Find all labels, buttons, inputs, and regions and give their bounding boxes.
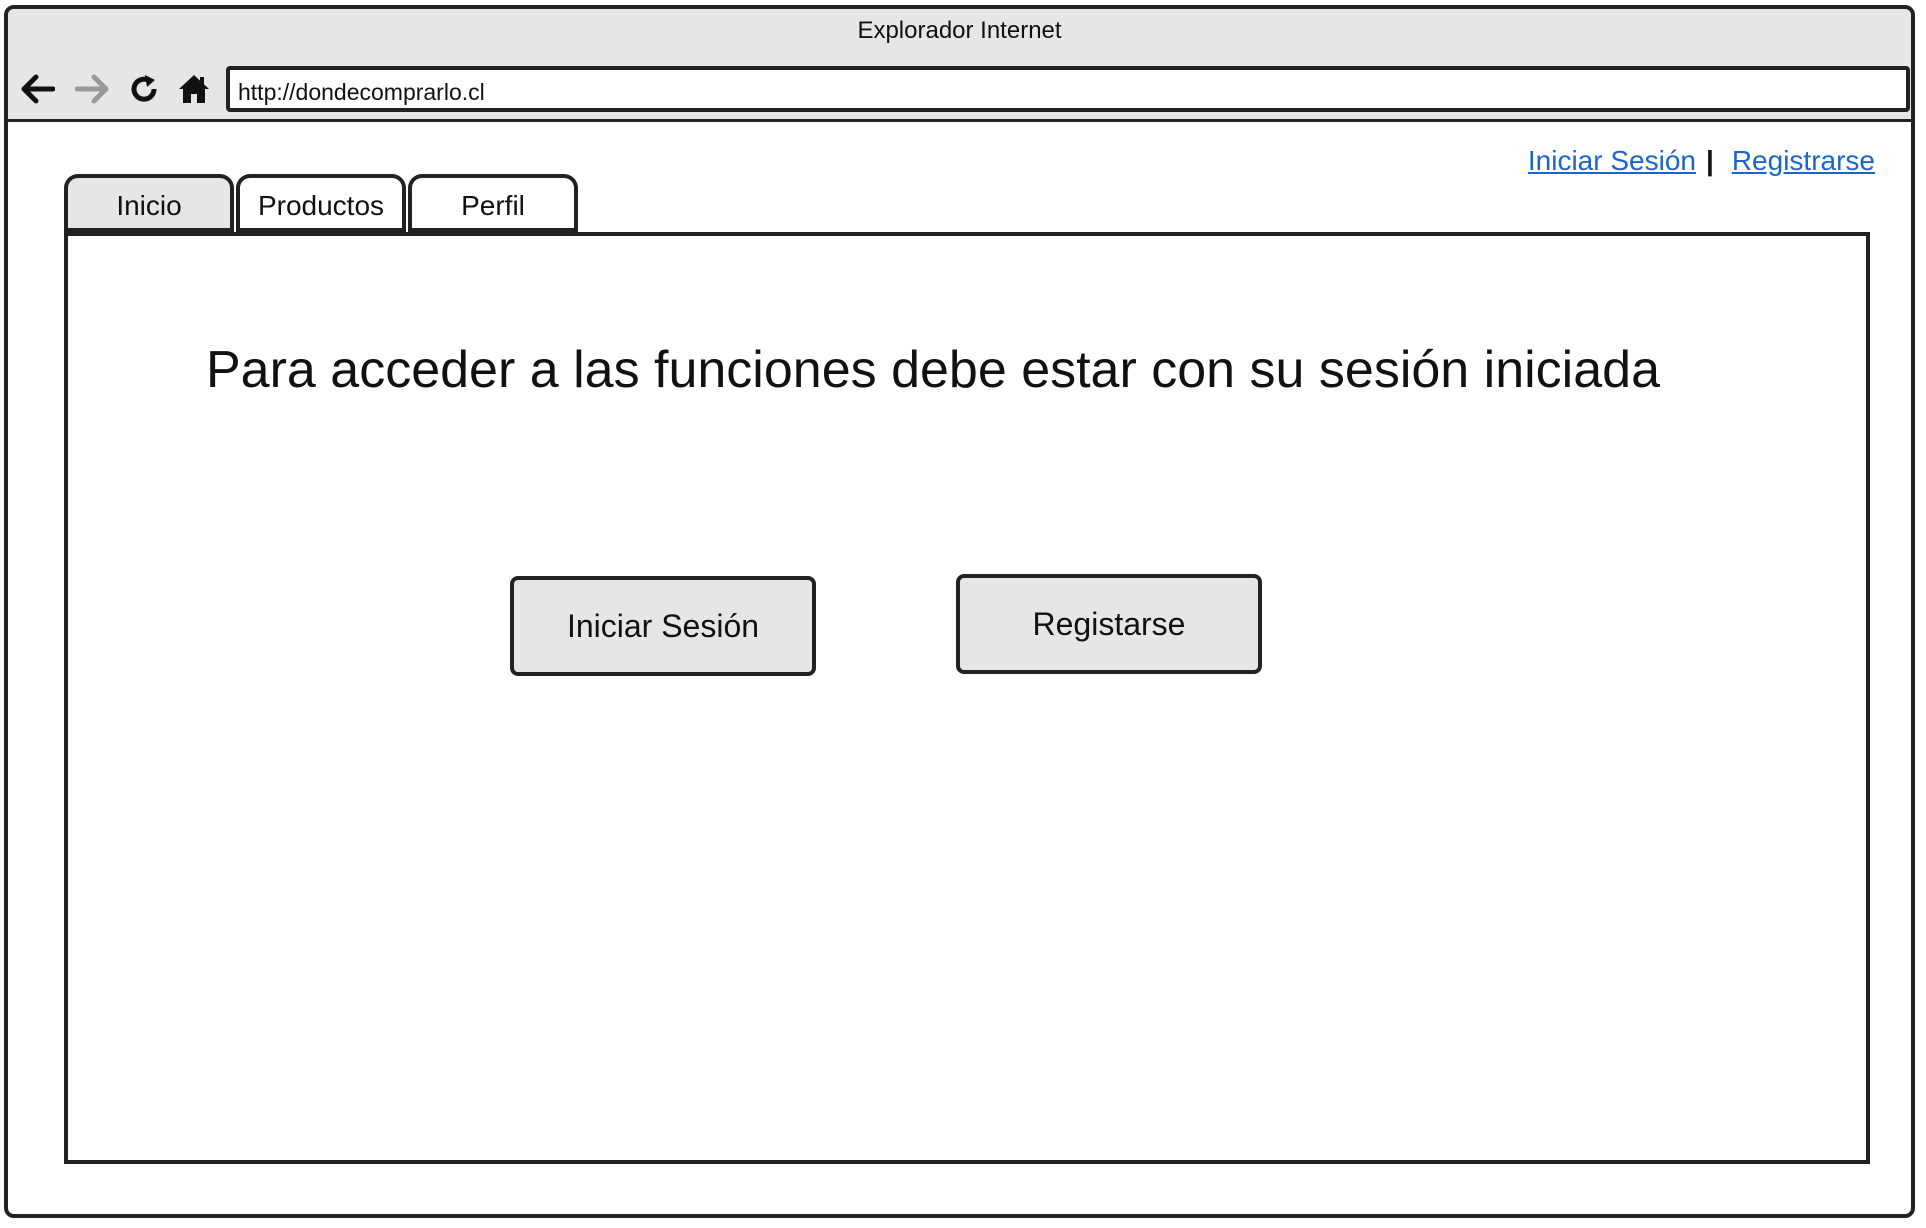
main-content-panel: Para acceder a las funciones debe estar … (64, 232, 1870, 1164)
forward-button[interactable] (74, 71, 110, 107)
arrow-right-icon (75, 74, 109, 104)
browser-titlebar: Explorador Internet (8, 9, 1911, 122)
home-icon (179, 75, 209, 103)
login-required-message: Para acceder a las funciones debe estar … (206, 341, 1660, 399)
tab-inicio[interactable]: Inicio (64, 174, 234, 234)
login-link[interactable]: Iniciar Sesión (1528, 145, 1696, 177)
reload-icon (131, 75, 157, 102)
register-link[interactable]: Registrarse (1732, 145, 1875, 177)
auth-links: Iniciar Sesión | Registrarse (1528, 145, 1875, 177)
link-separator: | (1705, 145, 1714, 176)
tab-productos[interactable]: Productos (236, 174, 406, 234)
browser-window: Explorador Internet Iniciar Sesi (4, 5, 1915, 1218)
window-title: Explorador Internet (857, 17, 1062, 44)
tab-perfil[interactable]: Perfil (408, 174, 578, 234)
register-button[interactable]: Registarse (956, 574, 1262, 674)
address-bar-input[interactable] (226, 66, 1910, 112)
back-button[interactable] (20, 71, 56, 107)
login-button[interactable]: Iniciar Sesión (510, 576, 816, 676)
home-button[interactable] (176, 71, 212, 107)
arrow-left-icon (21, 74, 55, 104)
reload-button[interactable] (126, 71, 162, 107)
